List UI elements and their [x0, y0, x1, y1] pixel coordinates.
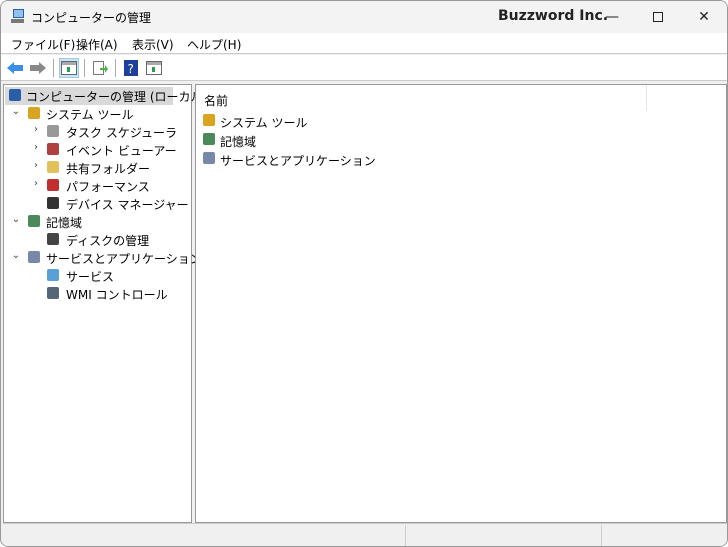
chevron-right-icon[interactable]: › — [30, 124, 42, 135]
chevron-down-icon[interactable]: ⌄ — [10, 250, 22, 261]
device-manager-icon — [45, 195, 61, 211]
tree-item[interactable]: サービス — [4, 266, 191, 284]
console-tree: コンピューターの管理 (ローカル) ⌄ システム ツール › タスク スケジューラ › イベ… — [3, 84, 207, 523]
menu-help[interactable]: ヘルプ(H) — [187, 36, 241, 53]
tree-item-label: サービスとアプリケーション — [46, 252, 202, 266]
services-apps-icon — [201, 150, 217, 166]
storage-icon — [201, 131, 217, 147]
list-item-label: サービスとアプリケーション — [220, 154, 376, 168]
tree-item[interactable]: › パフォーマンス — [4, 176, 191, 194]
tree-item[interactable]: デバイス マネージャー — [4, 194, 191, 212]
menu-action[interactable]: 操作(A) — [76, 36, 118, 53]
title-bar: コンピューターの管理 Buzzword Inc. — ✕ — [1, 1, 727, 33]
details-pane: 名前 システム ツール 記憶域サービスとアプリケーション — [195, 84, 727, 523]
forward-icon — [30, 62, 46, 74]
tree-item-label: サービス — [66, 270, 115, 284]
tree-item-label: タスク スケジューラ — [66, 126, 177, 140]
chevron-right-icon[interactable]: › — [30, 142, 42, 153]
show-action-pane-icon — [146, 61, 162, 75]
tools-icon — [201, 112, 217, 128]
services-apps-icon — [26, 249, 42, 265]
toolbar: ? — [1, 55, 727, 81]
chevron-down-icon[interactable]: ⌄ — [10, 106, 22, 117]
back-button[interactable] — [5, 58, 25, 78]
chevron-right-icon[interactable]: › — [30, 178, 42, 189]
tree-item-label: コンピューターの管理 (ローカル) — [26, 90, 208, 104]
forward-button[interactable] — [28, 58, 48, 78]
list-item-label: システム ツール — [220, 116, 308, 130]
tree-item[interactable]: WMI コントロール — [4, 284, 191, 302]
wmi-icon — [45, 285, 61, 301]
performance-icon — [45, 177, 61, 193]
close-icon: ✕ — [698, 9, 710, 25]
export-list-button[interactable] — [90, 58, 110, 78]
column-header-name[interactable]: 名前 — [196, 85, 726, 111]
tree-item[interactable]: › イベント ビューアー — [4, 140, 191, 158]
show-action-pane-button[interactable] — [144, 58, 164, 78]
export-list-icon — [93, 61, 108, 75]
tree-item-label: パフォーマンス — [66, 180, 150, 194]
tree-item[interactable]: コンピューターの管理 (ローカル) — [4, 86, 207, 105]
close-button[interactable]: ✕ — [681, 1, 727, 33]
window-title: コンピューターの管理 — [31, 11, 152, 25]
tree-item-label: 共有フォルダー — [66, 162, 151, 176]
tools-icon — [26, 105, 42, 121]
storage-icon — [26, 213, 42, 229]
computer-management-icon — [7, 87, 23, 103]
show-hide-console-tree-icon — [61, 61, 77, 75]
tree-item[interactable]: ⌄ 記憶域 — [4, 212, 191, 230]
tree-item-label: WMI コントロール — [66, 288, 168, 302]
help-icon: ? — [124, 60, 138, 76]
tree-item[interactable]: › タスク スケジューラ — [4, 122, 191, 140]
show-hide-console-tree-button[interactable] — [59, 58, 79, 78]
status-bar — [3, 523, 727, 546]
clock-icon — [45, 123, 61, 139]
chevron-right-icon[interactable]: › — [30, 160, 42, 171]
list-item-label: 記憶域 — [220, 135, 257, 149]
menu-bar: ファイル(F) 操作(A) 表示(V) ヘルプ(H) — [1, 33, 727, 54]
disk-icon — [45, 231, 61, 247]
tree-item[interactable]: ディスクの管理 — [4, 230, 191, 248]
maximize-button[interactable] — [635, 1, 681, 33]
svg-text:?: ? — [128, 62, 134, 76]
menu-view[interactable]: 表示(V) — [132, 36, 174, 53]
tree-item-label: システム ツール — [46, 108, 134, 122]
column-header-label: 名前 — [204, 94, 229, 108]
minimize-button[interactable]: — — [589, 1, 635, 33]
back-icon — [7, 62, 23, 74]
tree-item-label: 記憶域 — [46, 216, 83, 230]
maximize-icon — [653, 12, 663, 22]
minimize-icon: — — [605, 9, 619, 25]
event-viewer-icon — [45, 141, 61, 157]
gear-icon — [45, 267, 61, 283]
computer-management-icon — [11, 9, 24, 23]
tree-item[interactable]: ⌄ サービスとアプリケーション — [4, 248, 202, 266]
tree-item[interactable]: ⌄ システム ツール — [4, 104, 191, 122]
tree-item-label: ディスクの管理 — [66, 234, 150, 248]
tree-item-label: デバイス マネージャー — [66, 198, 189, 212]
tree-item[interactable]: › 共有フォルダー — [4, 158, 191, 176]
menu-file[interactable]: ファイル(F) — [11, 36, 75, 53]
chevron-down-icon[interactable]: ⌄ — [10, 214, 22, 225]
tree-item-label: イベント ビューアー — [66, 144, 177, 158]
help-button[interactable]: ? — [121, 58, 141, 78]
window: コンピューターの管理 Buzzword Inc. — ✕ ファイル(F) 操作(… — [0, 0, 728, 547]
shared-folder-icon — [45, 159, 61, 175]
